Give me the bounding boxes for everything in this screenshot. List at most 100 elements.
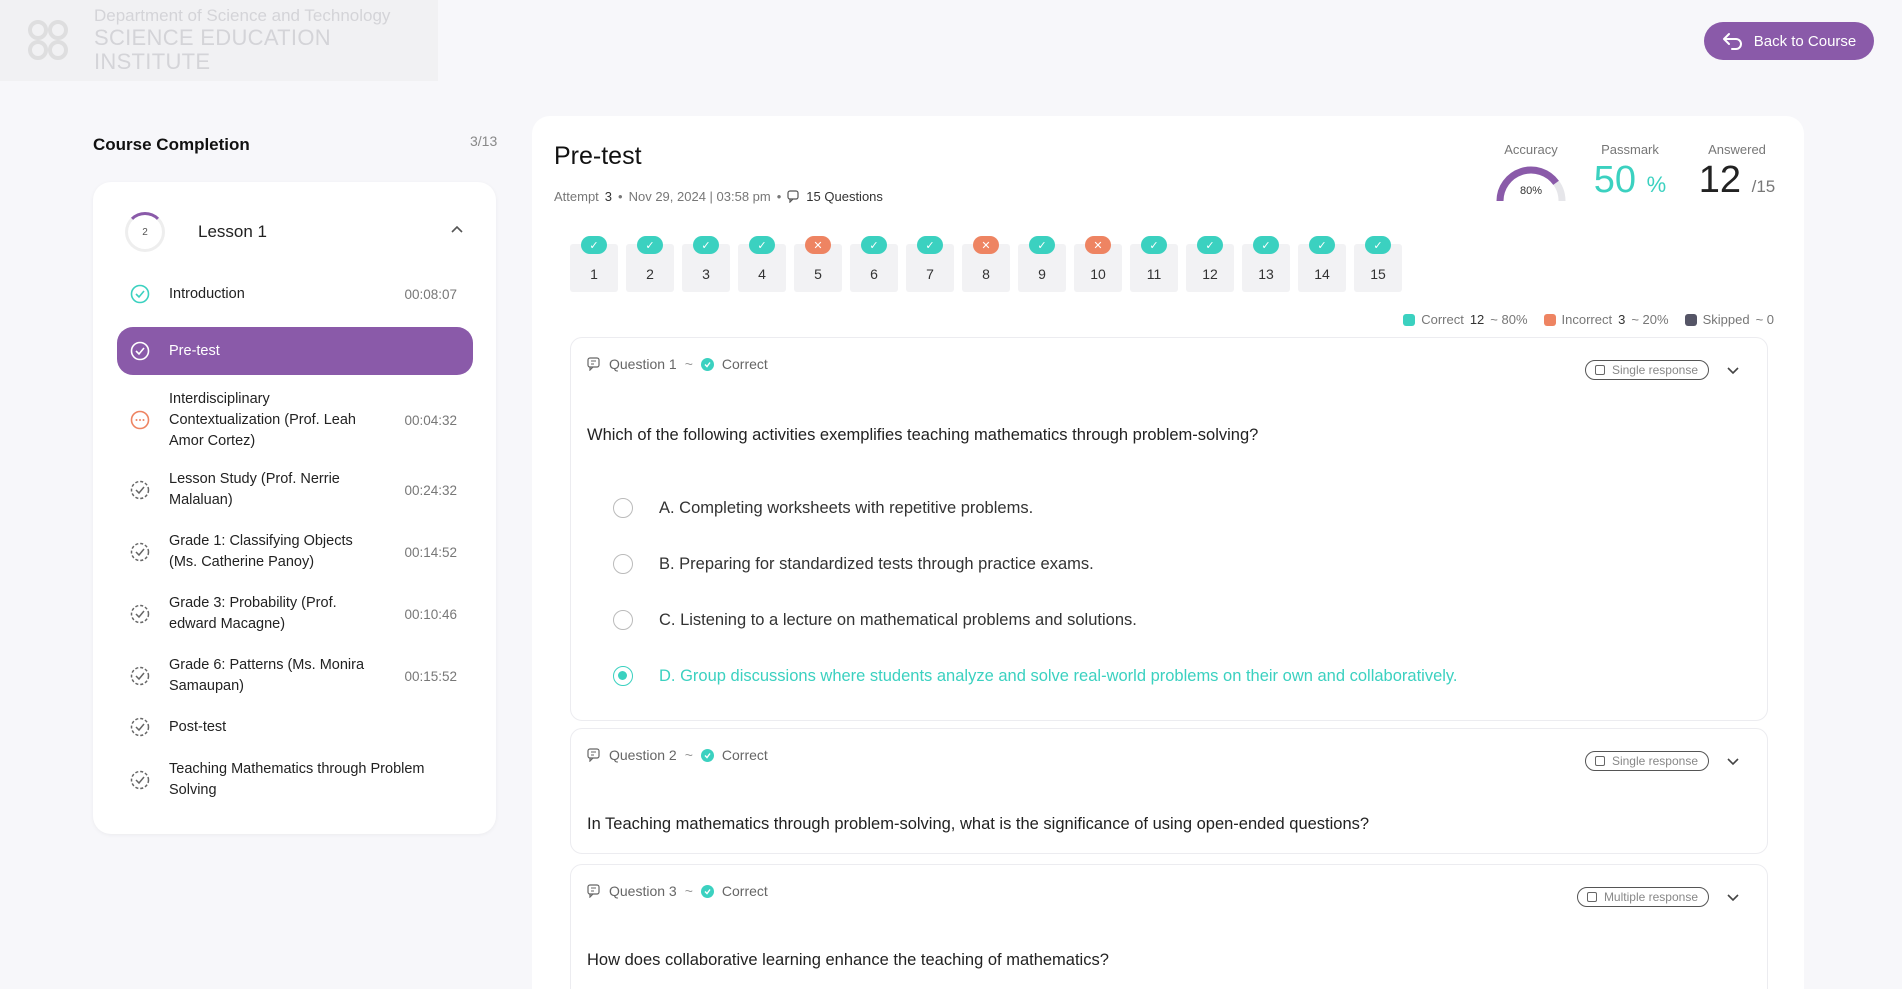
correct-check-icon: ✓ bbox=[1253, 236, 1279, 254]
question-nav-number: 9 bbox=[1038, 266, 1046, 282]
question-text: In Teaching mathematics through problem-… bbox=[587, 815, 1370, 833]
correct-check-icon: ✓ bbox=[1141, 236, 1167, 254]
sidebar-item-label: Teaching Mathematics through Problem Sol… bbox=[169, 761, 425, 798]
chevron-down-icon[interactable] bbox=[1725, 889, 1741, 905]
sidebar-item-grade-1[interactable]: Grade 1: Classifying Objects (Ms. Cather… bbox=[117, 530, 473, 574]
question-nav-item[interactable]: ✓ 13 bbox=[1242, 236, 1290, 292]
accuracy-stat: Accuracy 80% bbox=[1492, 142, 1570, 205]
org-name-line2: SCIENCE EDUCATION INSTITUTE bbox=[93, 24, 331, 74]
sidebar-item-grade-3[interactable]: Grade 3: Probability (Prof. edward Macag… bbox=[117, 592, 473, 636]
question-card: Question 3 ~ Correct Multiple response H… bbox=[570, 864, 1768, 989]
question-nav-number: 5 bbox=[814, 266, 822, 282]
questions-icon bbox=[787, 190, 799, 203]
chevron-down-icon[interactable] bbox=[1725, 362, 1741, 378]
sidebar-item-duration: 00:08:07 bbox=[404, 286, 457, 302]
question-nav-item[interactable]: ✓ 14 bbox=[1298, 236, 1346, 292]
question-title: Question 2 bbox=[609, 747, 677, 763]
question-icon bbox=[587, 884, 600, 898]
attempt-number: 3 bbox=[604, 189, 613, 204]
passmark-value: 50 bbox=[1593, 159, 1637, 201]
sidebar-item-interdisciplinary[interactable]: Interdisciplinary Contextualization (Pro… bbox=[117, 388, 473, 452]
dashed-check-circle-icon bbox=[130, 604, 150, 624]
answer-option[interactable]: A. Completing worksheets with repetitive… bbox=[613, 498, 1033, 518]
question-nav-item[interactable]: ✓ 2 bbox=[626, 236, 674, 292]
radio-button-selected[interactable] bbox=[613, 666, 633, 686]
passmark-label: Passmark bbox=[1601, 142, 1659, 157]
question-icon bbox=[587, 357, 600, 371]
sidebar-item-lesson-study[interactable]: Lesson Study (Prof. Nerrie Malaluan) 00:… bbox=[117, 468, 473, 512]
sidebar-item-label: Lesson Study (Prof. Nerrie Malaluan) bbox=[169, 471, 340, 508]
chevron-down-icon[interactable] bbox=[1725, 753, 1741, 769]
question-nav-item[interactable]: ✓ 7 bbox=[906, 236, 954, 292]
question-nav-number: 12 bbox=[1202, 266, 1218, 282]
question-nav-item[interactable]: ✓ 12 bbox=[1186, 236, 1234, 292]
question-text: Which of the following activities exempl… bbox=[587, 426, 1259, 444]
question-nav-number: 2 bbox=[646, 266, 654, 282]
question-nav-item[interactable]: ✕ 5 bbox=[794, 236, 842, 292]
accuracy-label: Accuracy bbox=[1504, 142, 1558, 157]
question-nav-item[interactable]: ✓ 4 bbox=[738, 236, 786, 292]
sidebar-item-teaching-math[interactable]: Teaching Mathematics through Problem Sol… bbox=[117, 758, 473, 802]
sidebar-item-post-test[interactable]: Post-test bbox=[117, 712, 473, 742]
radio-button[interactable] bbox=[613, 498, 633, 518]
question-nav-item[interactable]: ✓ 6 bbox=[850, 236, 898, 292]
sidebar-item-label: Pre-test bbox=[169, 342, 220, 359]
org-name-line1: Department of Science and Technology bbox=[93, 5, 391, 25]
question-nav-number: 13 bbox=[1258, 266, 1274, 282]
radio-button[interactable] bbox=[613, 554, 633, 574]
check-circle-icon bbox=[130, 284, 150, 304]
pre-test-panel: Pre-test Attempt 3 • Nov 29, 2024 | 03:5… bbox=[532, 116, 1804, 989]
check-circle-icon bbox=[130, 341, 150, 361]
question-title: Question 1 bbox=[609, 356, 677, 372]
question-count: 15 Questions bbox=[806, 189, 883, 204]
sidebar-item-label: Interdisciplinary Contextualization (Pro… bbox=[169, 390, 356, 449]
question-nav-number: 10 bbox=[1090, 266, 1106, 282]
sidebar-item-grade-6[interactable]: Grade 6: Patterns (Ms. Monira Samaupan) … bbox=[117, 654, 473, 698]
sidebar-item-introduction[interactable]: Introduction 00:08:07 bbox=[117, 280, 473, 308]
dashed-check-circle-icon bbox=[130, 717, 150, 737]
ellipsis-circle-icon bbox=[130, 410, 150, 430]
question-result: Correct bbox=[721, 883, 768, 899]
answered-stat: Answered 12 /15 bbox=[1692, 142, 1782, 202]
back-to-course-button[interactable]: Back to Course bbox=[1704, 22, 1874, 60]
sidebar-item-duration: 00:04:32 bbox=[404, 412, 457, 428]
passmark-unit: % bbox=[1646, 172, 1667, 197]
question-nav-item[interactable]: ✓ 3 bbox=[682, 236, 730, 292]
answer-option-selected[interactable]: D. Group discussions where students anal… bbox=[613, 666, 1458, 686]
correct-check-icon: ✓ bbox=[581, 236, 607, 254]
question-card: Question 1 ~ Correct Single response Whi… bbox=[570, 337, 1768, 721]
correct-check-icon: ✓ bbox=[861, 236, 887, 254]
legend-correct: Correct 12 ~ 80% bbox=[1403, 312, 1528, 327]
lesson-progress-ring: 2 bbox=[125, 212, 165, 252]
radio-button[interactable] bbox=[613, 610, 633, 630]
correct-check-icon bbox=[700, 357, 714, 371]
answer-option[interactable]: B. Preparing for standardized tests thro… bbox=[613, 554, 1094, 574]
question-header: Question 1 ~ Correct bbox=[587, 356, 768, 372]
question-header: Question 2 ~ Correct bbox=[587, 747, 768, 763]
lesson-header[interactable]: 2 Lesson 1 bbox=[125, 210, 465, 254]
question-nav-item[interactable]: ✓ 11 bbox=[1130, 236, 1178, 292]
sidebar-item-duration: 00:24:32 bbox=[404, 482, 457, 498]
answer-option[interactable]: C. Listening to a lecture on mathematica… bbox=[613, 610, 1137, 630]
question-nav-item[interactable]: ✕ 10 bbox=[1074, 236, 1122, 292]
return-arrow-icon bbox=[1722, 33, 1742, 50]
sidebar-item-duration: 00:10:46 bbox=[404, 606, 457, 622]
incorrect-x-icon: ✕ bbox=[973, 236, 999, 254]
question-nav-item[interactable]: ✓ 15 bbox=[1354, 236, 1402, 292]
legend-skipped: Skipped ~ 0 bbox=[1684, 312, 1774, 327]
question-nav-item[interactable]: ✕ 8 bbox=[962, 236, 1010, 292]
response-type-badge: Single response bbox=[1584, 751, 1709, 771]
sidebar-item-pre-test[interactable]: Pre-test bbox=[117, 327, 473, 375]
correct-check-icon: ✓ bbox=[1309, 236, 1335, 254]
question-nav-item[interactable]: ✓ 9 bbox=[1018, 236, 1066, 292]
question-nav-item[interactable]: ✓ 1 bbox=[570, 236, 618, 292]
chevron-up-icon[interactable] bbox=[449, 222, 465, 238]
accuracy-gauge: 80% bbox=[1492, 161, 1570, 205]
passmark-stat: Passmark 50 % bbox=[1590, 142, 1670, 202]
answered-label: Answered bbox=[1708, 142, 1766, 157]
incorrect-x-icon: ✕ bbox=[805, 236, 831, 254]
legend-incorrect: Incorrect 3 ~ 20% bbox=[1543, 312, 1669, 327]
answered-total: /15 bbox=[1751, 177, 1776, 196]
correct-check-icon: ✓ bbox=[637, 236, 663, 254]
correct-check-icon: ✓ bbox=[1029, 236, 1055, 254]
